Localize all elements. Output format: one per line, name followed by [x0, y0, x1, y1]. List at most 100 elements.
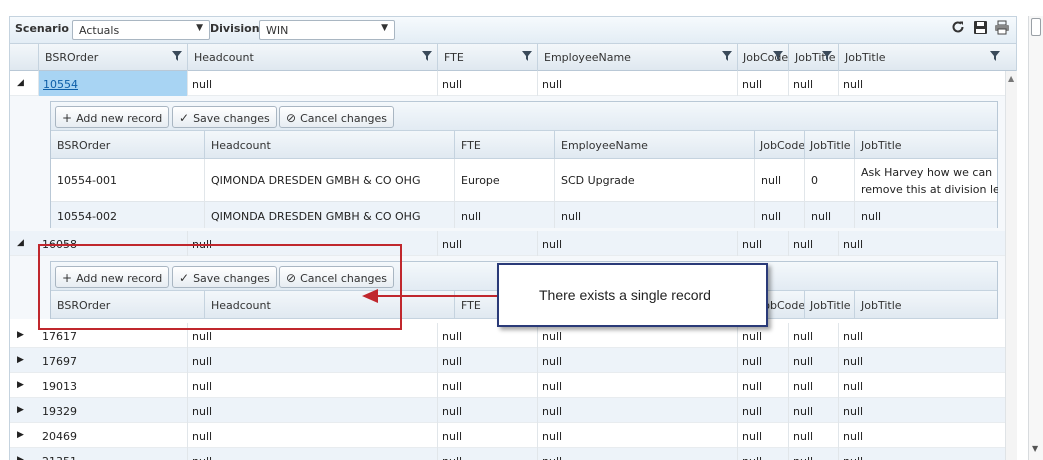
detail-header-jobtitle[interactable]: JobTitle: [804, 131, 854, 158]
cell-bsrorder[interactable]: 17697: [38, 348, 187, 373]
cell-jobcode[interactable]: null: [754, 202, 804, 228]
cell-jobcode[interactable]: null: [737, 373, 788, 398]
cell-jobtitle[interactable]: null: [788, 71, 838, 96]
cell-fte[interactable]: null: [437, 423, 537, 448]
cancel-changes-button[interactable]: ⊘ Cancel changes: [279, 106, 395, 128]
cell-jobcode[interactable]: null: [737, 231, 788, 256]
cell-headcount[interactable]: QIMONDA DRESDEN GMBH & CO OHG: [204, 202, 454, 228]
cell-jobtitle[interactable]: null: [788, 398, 838, 423]
filter-icon[interactable]: [522, 51, 532, 61]
table-row[interactable]: ▶ 19329 null null null null null null: [10, 398, 1007, 423]
filter-icon[interactable]: [990, 51, 1000, 61]
cell-headcount[interactable]: null: [187, 398, 437, 423]
expand-icon[interactable]: ▶: [17, 355, 24, 365]
scenario-dropdown[interactable]: Actuals ▼: [72, 20, 210, 40]
cell-headcount[interactable]: null: [187, 348, 437, 373]
division-dropdown[interactable]: WIN ▼: [259, 20, 395, 40]
cell-jobtitle-2[interactable]: null: [838, 231, 1007, 256]
cell-jobtitle-2[interactable]: null: [838, 71, 1007, 96]
cell-fte[interactable]: null: [454, 202, 554, 228]
cell-jobtitle-2[interactable]: null: [838, 398, 1007, 423]
cell-fte[interactable]: null: [437, 348, 537, 373]
scroll-up-icon[interactable]: ▲: [1008, 74, 1014, 83]
cell-employeename[interactable]: null: [537, 348, 737, 373]
cell-bsrorder[interactable]: 19329: [38, 398, 187, 423]
expand-icon[interactable]: ▶: [17, 430, 24, 440]
filter-icon[interactable]: [422, 51, 432, 61]
cell-employeename[interactable]: SCD Upgrade: [554, 159, 754, 201]
cell-headcount[interactable]: null: [187, 373, 437, 398]
cell-fte[interactable]: null: [437, 71, 537, 96]
filter-icon[interactable]: [172, 51, 182, 61]
column-header-employeename[interactable]: EmployeeName: [537, 44, 737, 71]
cell-fte[interactable]: Europe: [454, 159, 554, 201]
cell-jobcode[interactable]: null: [737, 398, 788, 423]
cell-fte[interactable]: null: [437, 398, 537, 423]
cell-employeename[interactable]: null: [537, 373, 737, 398]
cell-jobcode[interactable]: null: [737, 348, 788, 373]
detail-header-jobcode[interactable]: JobCode: [754, 131, 804, 158]
cell-employeename[interactable]: null: [537, 448, 737, 460]
detail-header-fte[interactable]: FTE: [454, 131, 554, 158]
cell-jobtitle[interactable]: null: [804, 202, 854, 228]
print-icon[interactable]: [993, 20, 1011, 38]
cell-fte[interactable]: null: [437, 448, 537, 460]
table-row[interactable]: ◢ 10554 null null null null null null: [10, 71, 1007, 96]
filter-icon[interactable]: [773, 51, 783, 61]
detail-header-employeename[interactable]: EmployeeName: [554, 131, 754, 158]
cell-jobtitle[interactable]: 0: [804, 159, 854, 201]
detail-header-jobtitle-2[interactable]: JobTitle: [854, 131, 998, 158]
add-record-button[interactable]: + Add new record: [55, 106, 170, 128]
cell-jobcode[interactable]: null: [737, 448, 788, 460]
cell-jobtitle-2[interactable]: null: [838, 448, 1007, 460]
cell-headcount[interactable]: null: [187, 448, 437, 460]
cell-jobcode[interactable]: null: [737, 423, 788, 448]
cell-employeename[interactable]: null: [537, 71, 737, 96]
cell-bsrorder[interactable]: 10554-002: [51, 202, 204, 228]
table-row[interactable]: ▶ 19013 null null null null null null: [10, 373, 1007, 398]
expand-icon[interactable]: ▶: [17, 455, 24, 460]
detail-table-row[interactable]: 10554-001 QIMONDA DRESDEN GMBH & CO OHG …: [51, 159, 998, 202]
cell-bsrorder[interactable]: 19013: [38, 373, 187, 398]
scroll-down-icon[interactable]: ▼: [1032, 444, 1038, 453]
detail-header-jobtitle[interactable]: JobTitle: [804, 291, 854, 318]
table-row[interactable]: ▶ 21351 null null null null null null: [10, 448, 1007, 460]
save-changes-button[interactable]: ✓ Save changes: [172, 106, 277, 128]
cell-jobtitle[interactable]: null: [788, 373, 838, 398]
cell-jobtitle-2[interactable]: null: [838, 323, 1007, 348]
cell-bsrorder[interactable]: 10554: [38, 71, 187, 96]
cell-jobtitle[interactable]: null: [788, 231, 838, 256]
cell-jobtitle[interactable]: null: [788, 423, 838, 448]
cell-headcount[interactable]: null: [187, 423, 437, 448]
cell-employeename[interactable]: null: [537, 423, 737, 448]
cell-headcount[interactable]: null: [187, 71, 437, 96]
detail-header-headcount[interactable]: Headcount: [204, 131, 454, 158]
cell-employeename[interactable]: null: [537, 231, 737, 256]
save-icon[interactable]: [971, 20, 989, 38]
cell-jobcode[interactable]: null: [737, 71, 788, 96]
detail-header-bsrorder[interactable]: BSROrder: [51, 131, 204, 158]
cell-bsrorder[interactable]: 21351: [38, 448, 187, 460]
detail-table-row[interactable]: 10554-002 QIMONDA DRESDEN GMBH & CO OHG …: [51, 202, 997, 228]
cell-bsrorder[interactable]: 10554-001: [51, 159, 204, 201]
scroll-thumb[interactable]: [1031, 18, 1041, 36]
cell-jobtitle-2[interactable]: null: [838, 423, 1007, 448]
detail-header-jobtitle-2[interactable]: JobTitle: [854, 291, 998, 318]
cell-jobtitle-2[interactable]: null: [838, 373, 1007, 398]
collapse-icon[interactable]: ◢: [17, 238, 24, 248]
table-row[interactable]: ▶ 17697 null null null null null null: [10, 348, 1007, 373]
cell-jobcode[interactable]: null: [754, 159, 804, 201]
expand-icon[interactable]: ▶: [17, 330, 24, 340]
cell-employeename[interactable]: null: [554, 202, 754, 228]
column-header-bsrorder[interactable]: BSROrder: [38, 44, 187, 71]
cell-bsrorder[interactable]: 20469: [38, 423, 187, 448]
cell-fte[interactable]: null: [437, 373, 537, 398]
cell-jobtitle-2[interactable]: null: [854, 202, 998, 228]
cell-jobtitle-2[interactable]: null: [838, 348, 1007, 373]
page-scrollbar[interactable]: ▼: [1028, 16, 1043, 460]
cell-jobtitle[interactable]: null: [788, 348, 838, 373]
collapse-icon[interactable]: ◢: [17, 78, 24, 88]
filter-icon[interactable]: [722, 51, 732, 61]
column-header-jobtitle-2[interactable]: JobTitle: [838, 44, 1008, 71]
expand-icon[interactable]: ▶: [17, 380, 24, 390]
